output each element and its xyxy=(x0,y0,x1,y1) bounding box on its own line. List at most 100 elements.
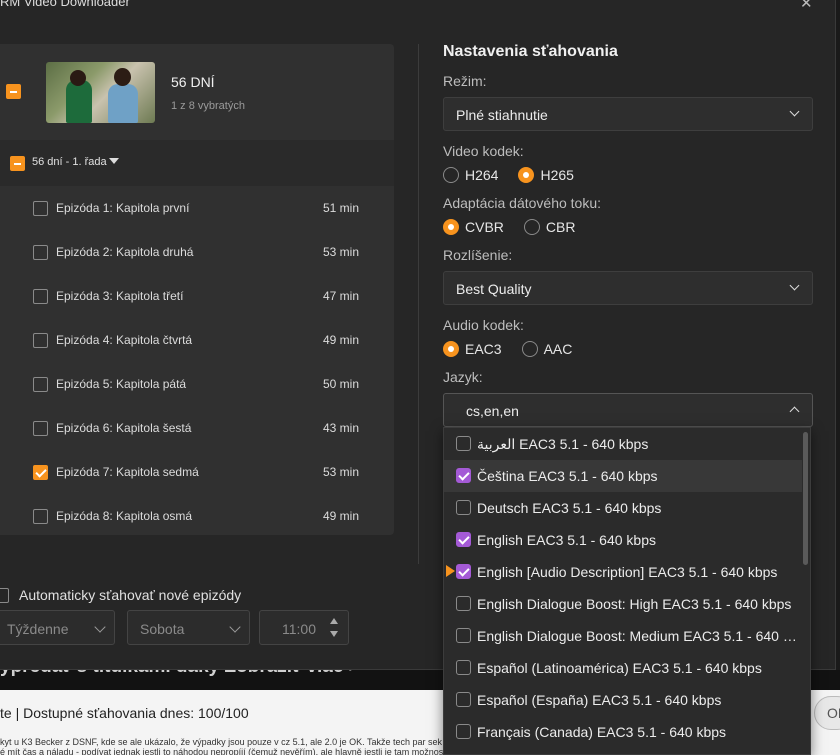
radio-selected-icon xyxy=(518,167,535,183)
language-option[interactable]: English EAC3 5.1 - 640 kbps xyxy=(444,524,802,556)
language-option[interactable]: العربية EAC3 5.1 - 640 kbps xyxy=(444,428,802,460)
episode-title: Epizóda 6: Kapitola šestá xyxy=(56,421,192,435)
mode-select[interactable]: Plné stiahnutie xyxy=(443,97,813,131)
window-title: RM Video Downloader xyxy=(0,0,130,9)
settings-title: Nastavenia sťahovania xyxy=(443,43,618,60)
language-select[interactable]: cs,en,en xyxy=(443,393,813,427)
language-option[interactable]: Français (Canada) EAC3 5.1 - 640 kbps xyxy=(444,716,802,748)
day-select[interactable]: Sobota xyxy=(127,610,250,645)
language-option[interactable]: English [Audio Description] EAC3 5.1 - 6… xyxy=(444,556,802,588)
option-label: Español (Latinoamérica) EAC3 5.1 - 640 k… xyxy=(477,660,762,676)
option-checkbox[interactable] xyxy=(456,468,471,483)
auto-download-label: Automaticky sťahovať nové epizódy xyxy=(19,587,242,603)
season-row[interactable]: 56 dní - 1. řada xyxy=(0,140,394,186)
episode-title: Epizóda 2: Kapitola druhá xyxy=(56,245,194,259)
radio-icon xyxy=(521,341,538,357)
radio-aac[interactable]: AAC xyxy=(521,340,572,358)
mode-label: Režim: xyxy=(443,73,487,89)
radio-eac3[interactable]: EAC3 xyxy=(443,340,502,358)
episode-checkbox[interactable] xyxy=(33,509,48,524)
season-select-checkbox[interactable] xyxy=(10,156,25,171)
resolution-select[interactable]: Best Quality xyxy=(443,271,813,305)
episode-title: Epizóda 8: Kapitola osmá xyxy=(56,509,193,523)
option-checkbox[interactable] xyxy=(456,660,471,675)
audio-codec-label: Audio kodek: xyxy=(443,317,524,333)
episode-checkbox[interactable] xyxy=(33,333,48,348)
episode-row[interactable]: Epizóda 8: Kapitola osmá 49 min xyxy=(0,494,394,538)
option-label: العربية EAC3 5.1 - 640 kbps xyxy=(477,436,649,452)
download-quota-status: te | Dostupné sťahovania dnes: 100/100 xyxy=(0,705,249,721)
episode-duration: 43 min xyxy=(323,421,360,435)
option-checkbox[interactable] xyxy=(456,628,471,643)
episode-row[interactable]: Epizóda 6: Kapitola šestá 43 min xyxy=(0,406,394,450)
spin-down-icon[interactable] xyxy=(330,631,338,637)
option-checkbox[interactable] xyxy=(456,692,471,707)
episode-row[interactable]: Epizóda 5: Kapitola pátá 50 min xyxy=(0,362,394,406)
episode-checkbox[interactable] xyxy=(33,245,48,260)
episode-row[interactable]: Epizóda 2: Kapitola druhá 53 min xyxy=(0,230,394,274)
close-icon[interactable]: ✕ xyxy=(800,0,813,12)
episode-duration: 47 min xyxy=(323,289,360,303)
episode-duration: 49 min xyxy=(323,333,360,347)
language-option[interactable]: Deutsch EAC3 5.1 - 640 kbps xyxy=(444,492,802,524)
radio-cvbr[interactable]: CVBR xyxy=(443,218,504,236)
dropdown-scrollbar[interactable] xyxy=(803,432,808,565)
time-input[interactable]: 11:00 xyxy=(259,610,349,645)
episode-duration: 50 min xyxy=(323,377,360,391)
show-select-checkbox[interactable] xyxy=(6,84,21,99)
episode-row[interactable]: Epizóda 4: Kapitola čtvrtá 49 min xyxy=(0,318,394,362)
chevron-down-icon xyxy=(789,280,800,291)
radio-h265[interactable]: H265 xyxy=(518,166,574,184)
option-label: Deutsch EAC3 5.1 - 640 kbps xyxy=(477,500,662,516)
radio-selected-icon xyxy=(443,219,459,235)
episode-title: Epizóda 5: Kapitola pátá xyxy=(56,377,187,391)
background-ok-button[interactable]: OK xyxy=(814,696,840,730)
option-checkbox[interactable] xyxy=(456,532,471,547)
option-checkbox[interactable] xyxy=(456,564,471,579)
language-label: Jazyk: xyxy=(443,369,483,385)
caret-down-icon xyxy=(108,158,119,164)
radio-h264[interactable]: H264 xyxy=(443,166,498,184)
chevron-up-icon xyxy=(789,406,800,417)
spin-up-icon[interactable] xyxy=(330,618,338,624)
radio-cbr[interactable]: CBR xyxy=(523,218,575,236)
background-text-line: kyt u K3 Becker z DSNF, kde se ale ukáza… xyxy=(0,737,443,747)
season-label[interactable]: 56 dní - 1. řada xyxy=(32,156,119,168)
option-label: English Dialogue Boost: High EAC3 5.1 - … xyxy=(477,596,792,612)
episode-checkbox[interactable] xyxy=(33,421,48,436)
bitrate-label: Adaptácia dátového toku: xyxy=(443,195,602,211)
option-checkbox[interactable] xyxy=(456,436,471,451)
episode-title: Epizóda 3: Kapitola třetí xyxy=(56,289,184,303)
language-option[interactable]: English Dialogue Boost: High EAC3 5.1 - … xyxy=(444,588,802,620)
radio-selected-icon xyxy=(443,341,459,357)
panel-divider xyxy=(418,44,419,564)
episode-title: Epizóda 1: Kapitola první xyxy=(56,201,190,215)
option-label: Čeština EAC3 5.1 - 640 kbps xyxy=(477,468,658,484)
resolution-label: Rozlíšenie: xyxy=(443,247,513,263)
language-option[interactable]: Español (Latinoamérica) EAC3 5.1 - 640 k… xyxy=(444,652,802,684)
episode-row[interactable]: Epizóda 7: Kapitola sedmá 53 min xyxy=(0,450,394,494)
episode-checkbox[interactable] xyxy=(33,289,48,304)
option-checkbox[interactable] xyxy=(456,500,471,515)
option-checkbox[interactable] xyxy=(456,596,471,611)
option-checkbox[interactable] xyxy=(456,724,471,739)
language-option[interactable]: Español (España) EAC3 5.1 - 640 kbps xyxy=(444,684,802,716)
episode-checkbox[interactable] xyxy=(33,201,48,216)
episode-checkbox[interactable] xyxy=(33,377,48,392)
episode-title: Epizóda 4: Kapitola čtvrtá xyxy=(56,333,193,347)
episode-row[interactable]: Epizóda 3: Kapitola třetí 47 min xyxy=(0,274,394,318)
auto-download-checkbox[interactable] xyxy=(0,588,9,603)
episode-duration: 53 min xyxy=(323,465,360,479)
episode-row[interactable]: Epizóda 1: Kapitola první 51 min xyxy=(0,186,394,230)
episode-checkbox[interactable] xyxy=(33,465,48,480)
show-thumbnail xyxy=(46,62,155,123)
language-option[interactable]: English Dialogue Boost: Medium EAC3 5.1 … xyxy=(444,620,802,652)
episode-duration: 53 min xyxy=(323,245,360,259)
frequency-select[interactable]: Týždenne xyxy=(0,610,115,645)
option-label: English Dialogue Boost: Medium EAC3 5.1 … xyxy=(477,628,799,644)
selection-count: 1 z 8 vybratých xyxy=(171,100,245,112)
chevron-down-icon xyxy=(229,621,241,633)
video-codec-label: Video kodek: xyxy=(443,143,524,159)
language-option[interactable]: Čeština EAC3 5.1 - 640 kbps xyxy=(444,460,802,492)
episode-panel: 56 DNÍ 1 z 8 vybratých 56 dní - 1. řada … xyxy=(0,44,394,535)
